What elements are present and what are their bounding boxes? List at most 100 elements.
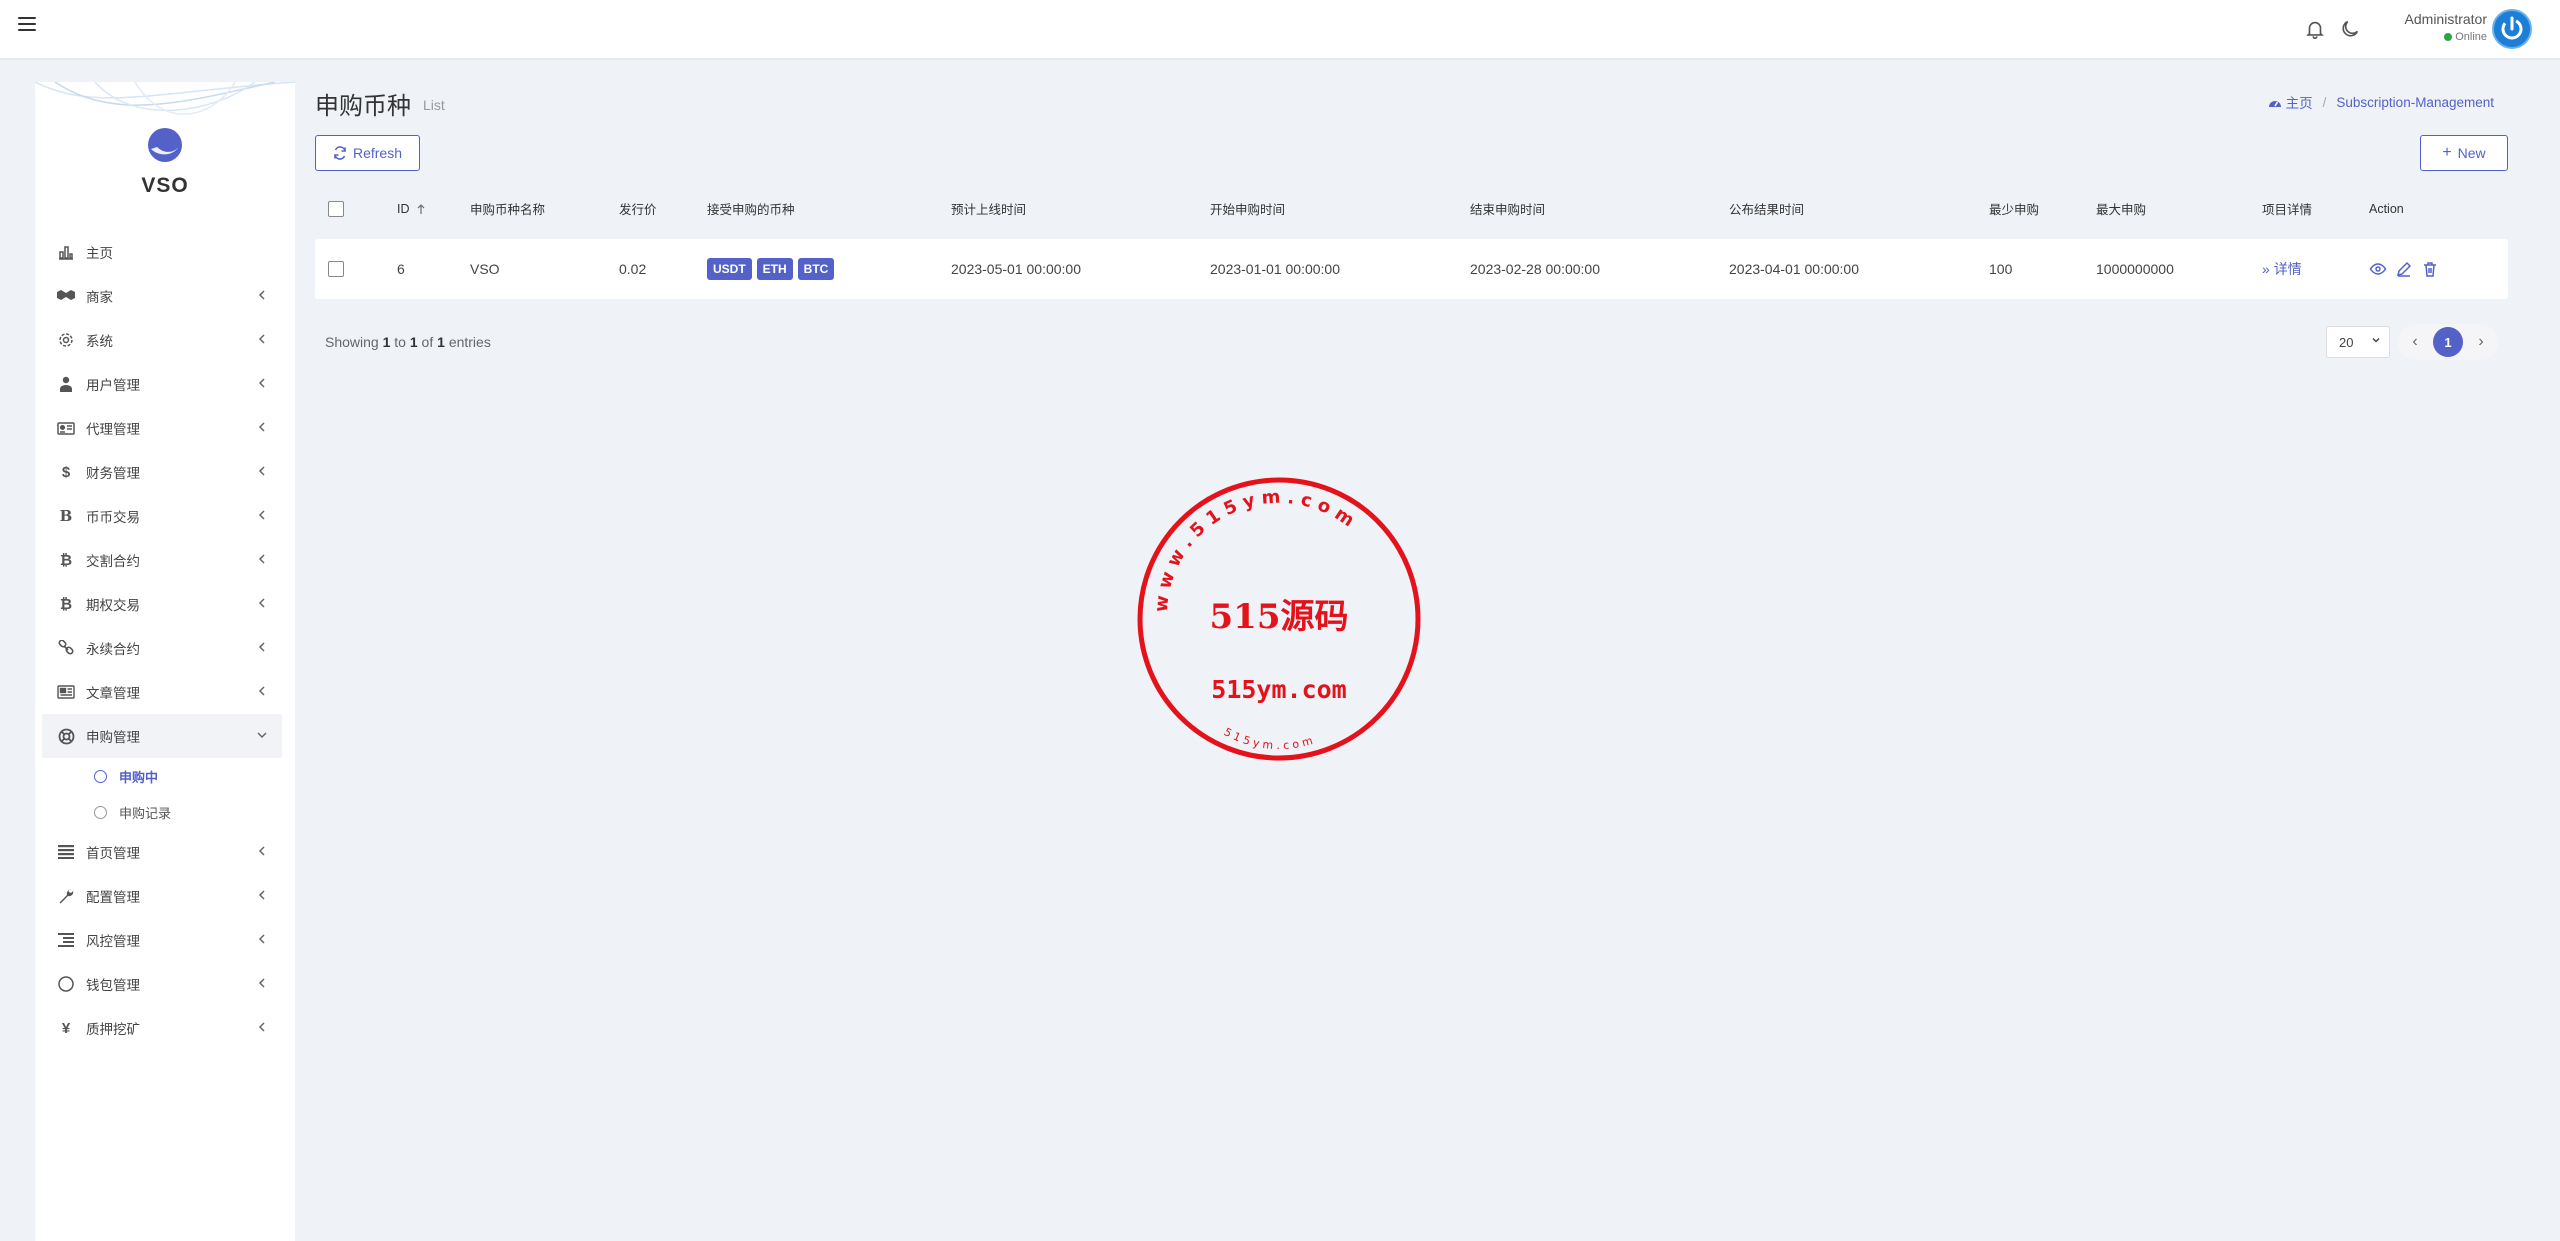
trash-icon[interactable] — [2421, 260, 2439, 278]
refresh-label: Refresh — [352, 145, 403, 161]
cell-publish-time: 2023-04-01 00:00:00 — [1729, 261, 1859, 277]
sidebar-item-agents[interactable]: 代理管理 — [42, 406, 282, 450]
column-header-id[interactable]: ID — [397, 190, 426, 227]
sidebar-item-label: 配置管理 — [86, 890, 140, 905]
avatar[interactable] — [2492, 9, 2532, 49]
sidebar-subitem-subscription-records[interactable]: 申购记录 — [42, 794, 282, 830]
double-chevron-right-icon: » — [2262, 261, 2270, 277]
column-header-end-time[interactable]: 结束申购时间 — [1470, 190, 1545, 227]
page-size-select[interactable]: 20 — [2326, 326, 2390, 358]
info-showing: Showing — [325, 334, 379, 350]
sidebar-item-articles[interactable]: 文章管理 — [42, 670, 282, 714]
align-icon — [56, 930, 76, 950]
eye-icon[interactable] — [2369, 260, 2387, 278]
sidebar-item-merchant[interactable]: 商家 — [42, 274, 282, 318]
user-status-text: Online — [2455, 31, 2487, 43]
column-header-max[interactable]: 最大申购 — [2096, 190, 2146, 227]
circle-icon — [56, 974, 76, 994]
sidebar-item-label: 用户管理 — [86, 378, 140, 393]
sidebar-item-homepage-management[interactable]: 首页管理 — [42, 830, 282, 874]
refresh-icon — [334, 146, 346, 160]
edit-icon[interactable] — [2395, 260, 2413, 278]
user-tie-icon — [56, 374, 76, 394]
prev-page-button[interactable]: ‹ — [2406, 333, 2424, 351]
list-icon — [56, 842, 76, 862]
table-row: 6 VSO 0.02 USDT ETH BTC 2023-05-01 00:00… — [315, 239, 2508, 299]
watermark-domain: 515ym.com — [1211, 675, 1346, 704]
sidebar-item-delivery-contract[interactable]: ₿ 交割合约 — [42, 538, 282, 582]
wrench-icon — [56, 886, 76, 906]
sidebar-item-staking[interactable]: ¥ 质押挖矿 — [42, 1006, 282, 1050]
sidebar-subitem-subscribing[interactable]: 申购中 — [42, 758, 282, 794]
id-card-icon — [56, 418, 76, 438]
page-number-button[interactable]: 1 — [2433, 327, 2463, 357]
column-header-publish-time[interactable]: 公布结果时间 — [1729, 190, 1804, 227]
moon-icon[interactable] — [2339, 18, 2361, 40]
chevron-left-icon — [258, 890, 265, 900]
column-header-name[interactable]: 申购币种名称 — [470, 190, 545, 227]
chevron-left-icon — [258, 686, 265, 696]
brand-name: VSO — [141, 174, 189, 197]
chevron-left-icon — [258, 510, 265, 520]
detail-link[interactable]: » 详情 — [2262, 239, 2302, 299]
next-page-button[interactable]: › — [2472, 333, 2490, 351]
row-checkbox[interactable] — [328, 261, 344, 277]
power-icon — [2501, 16, 2523, 40]
brand-logo — [148, 128, 182, 162]
new-label: New — [2457, 145, 2486, 161]
chevron-left-icon — [258, 934, 265, 944]
coin-badge: ETH — [756, 258, 793, 280]
sidebar-item-home[interactable]: 主页 — [42, 230, 282, 274]
newspaper-icon — [56, 682, 76, 702]
user-name[interactable]: Administrator — [2405, 11, 2487, 27]
chevron-down-icon — [2372, 337, 2380, 343]
column-header-min[interactable]: 最少申购 — [1989, 190, 2039, 227]
select-all-checkbox[interactable] — [328, 200, 344, 217]
dashboard-icon — [2268, 101, 2281, 107]
sidebar-item-label: 期权交易 — [86, 598, 140, 613]
column-header-online-time[interactable]: 预计上线时间 — [951, 190, 1026, 227]
info-total: 1 — [437, 334, 445, 350]
detail-label: 详情 — [2273, 261, 2302, 277]
chevron-left-icon — [258, 422, 265, 432]
sidebar-item-finance[interactable]: $ 财务管理 — [42, 450, 282, 494]
menu-icon[interactable] — [18, 17, 36, 33]
cell-price: 0.02 — [619, 261, 647, 277]
chevron-left-icon — [258, 554, 265, 564]
column-header-detail[interactable]: 项目详情 — [2262, 190, 2312, 227]
column-header-start-time[interactable]: 开始申购时间 — [1210, 190, 1285, 227]
cell-coins: USDT ETH BTC — [707, 239, 839, 299]
sidebar-item-label: 交割合约 — [86, 554, 140, 569]
sidebar-item-config[interactable]: 配置管理 — [42, 874, 282, 918]
online-dot — [2444, 33, 2453, 41]
sidebar-item-users[interactable]: 用户管理 — [42, 362, 282, 406]
column-header-coins[interactable]: 接受申购的币种 — [707, 190, 795, 227]
sidebar-subitem-label: 申购记录 — [119, 805, 172, 821]
bell-icon[interactable] — [2304, 18, 2326, 40]
sidebar-item-spot-trade[interactable]: B 币币交易 — [42, 494, 282, 538]
breadcrumb-current[interactable]: Subscription-Management — [2336, 95, 2494, 110]
plus-icon: + — [2442, 144, 2452, 161]
sidebar-item-subscription[interactable]: 申购管理 — [42, 714, 282, 758]
column-header-action: Action — [2369, 201, 2404, 216]
chevron-left-icon — [258, 334, 265, 344]
column-header-price[interactable]: 发行价 — [619, 190, 657, 227]
chevron-left-icon — [258, 378, 265, 388]
new-button[interactable]: + New — [2420, 135, 2508, 171]
sidebar-item-label: 质押挖矿 — [86, 1022, 140, 1037]
refresh-button[interactable]: Refresh — [315, 135, 420, 171]
sidebar-item-options[interactable]: ₿ 期权交易 — [42, 582, 282, 626]
pagination: ‹ 1 › — [2398, 324, 2498, 360]
sidebar-item-label: 风控管理 — [86, 934, 140, 949]
info-from: 1 — [382, 334, 391, 350]
page-title: 申购币种 — [315, 93, 411, 120]
breadcrumb-home[interactable]: 主页 — [2286, 92, 2313, 112]
sidebar-item-perpetual[interactable]: 永续合约 — [42, 626, 282, 670]
cell-online-time: 2023-05-01 00:00:00 — [951, 261, 1081, 277]
sidebar-item-label: 永续合约 — [86, 642, 140, 657]
sidebar-item-risk-control[interactable]: 风控管理 — [42, 918, 282, 962]
sidebar-item-system[interactable]: 系统 — [42, 318, 282, 362]
page-size-value: 20 — [2339, 334, 2354, 350]
sidebar-item-wallet[interactable]: 钱包管理 — [42, 962, 282, 1006]
circle-icon — [94, 769, 107, 783]
